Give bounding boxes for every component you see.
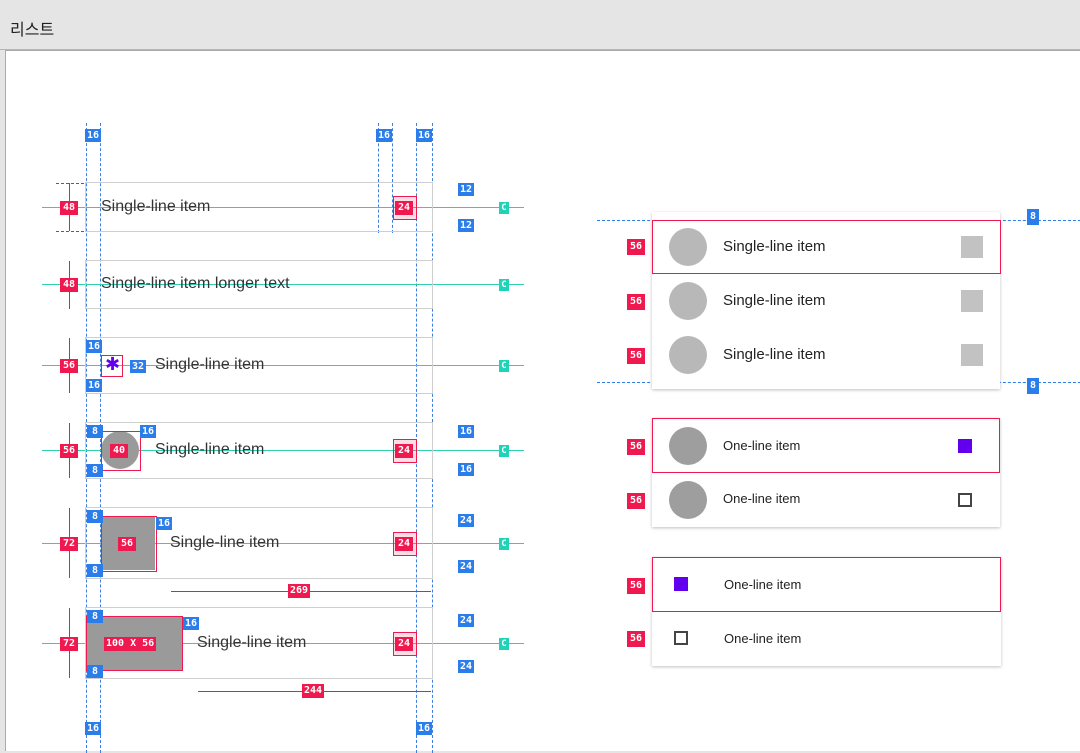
item6-width-tag: 244 bbox=[302, 684, 325, 698]
item1-label: Single-line item bbox=[101, 198, 211, 215]
item5-right-top-tag: 24 bbox=[458, 514, 475, 527]
account-circle-icon bbox=[669, 481, 707, 519]
item3-top-gap-tag: 16 bbox=[86, 340, 103, 353]
margin-top-right-b-tag: 16 bbox=[416, 129, 433, 142]
item4-height-tag: 56 bbox=[60, 444, 78, 458]
item6-center-tag: C bbox=[499, 638, 509, 650]
group1-row3-height-tag: 56 bbox=[627, 348, 645, 364]
item4-avatar-tag: 40 bbox=[110, 444, 128, 458]
item6-right-top-tag: 24 bbox=[458, 614, 475, 627]
item1-right-tag: 24 bbox=[395, 201, 413, 215]
item3-center-tag: C bbox=[499, 360, 509, 372]
margin-bottom-right-tag: 16 bbox=[416, 722, 433, 735]
item3-label: Single-line item bbox=[155, 356, 265, 373]
item5-top-gap-tag: 8 bbox=[87, 510, 103, 523]
item2-height-tag: 48 bbox=[60, 278, 78, 292]
item3-icon-gap-tag: 32 bbox=[130, 360, 147, 373]
item6-right-tag: 24 bbox=[395, 637, 413, 651]
row-trailing-box[interactable] bbox=[961, 236, 983, 258]
row-trailing-box[interactable] bbox=[961, 344, 983, 366]
item4-avatar-gap-tag: 16 bbox=[140, 425, 157, 438]
item6-bottom-gap-tag: 8 bbox=[87, 665, 103, 678]
item4-right-bottom-tag: 16 bbox=[458, 463, 475, 476]
item5-height-tag: 72 bbox=[60, 537, 78, 551]
margin-top-right-a-tag: 16 bbox=[376, 129, 393, 142]
item3-bottom-gap-tag: 16 bbox=[86, 379, 103, 392]
group2-row2-height-tag: 56 bbox=[627, 493, 645, 509]
item5-bottom-gap-tag: 8 bbox=[87, 564, 103, 577]
item1-bottom-dash bbox=[56, 231, 84, 232]
item6-image-tag: 100 X 56 bbox=[104, 637, 157, 651]
item5-right-bottom-tag: 24 bbox=[458, 560, 475, 573]
item6-height-tag: 72 bbox=[60, 637, 78, 651]
group2-row1-label: One-line item bbox=[723, 438, 801, 453]
margin-top-left-tag: 16 bbox=[85, 129, 102, 142]
checkbox-checked[interactable] bbox=[958, 439, 972, 453]
item5-label: Single-line item bbox=[170, 534, 280, 551]
group2-row2-label: One-line item bbox=[723, 491, 801, 506]
checkbox-unchecked[interactable] bbox=[958, 493, 972, 507]
item5-image-gap-tag: 16 bbox=[156, 517, 173, 530]
group3-row1-height-tag: 56 bbox=[627, 578, 645, 594]
checkbox-unchecked[interactable] bbox=[674, 631, 688, 645]
group3-row1-highlight bbox=[652, 557, 1001, 612]
group1-row2-label: Single-line item bbox=[723, 292, 826, 309]
item6-right-bottom-tag: 24 bbox=[458, 660, 475, 673]
item4-top-gap-tag: 8 bbox=[87, 425, 103, 438]
item6-image-gap-tag: 16 bbox=[183, 617, 200, 630]
bluetooth-icon: ✱ bbox=[105, 354, 121, 375]
item1-bottom-gap-tag: 12 bbox=[458, 219, 475, 232]
item5-image-tag: 56 bbox=[118, 537, 136, 551]
item6-top-gap-tag: 8 bbox=[87, 610, 103, 623]
group1-bottom-pad-tag: 8 bbox=[1027, 378, 1039, 394]
group2-row1-height-tag: 56 bbox=[627, 439, 645, 455]
checkbox-checked[interactable] bbox=[674, 577, 688, 591]
item6-label: Single-line item bbox=[197, 634, 307, 651]
spec-canvas: 16 16 16 16 16 Single-line item 48 24 12… bbox=[5, 50, 1080, 753]
row-trailing-box[interactable] bbox=[961, 290, 983, 312]
item1-center-tag: C bbox=[499, 202, 509, 214]
item5-width-tag: 269 bbox=[288, 584, 311, 598]
item5-center-tag: C bbox=[499, 538, 509, 550]
row-avatar bbox=[669, 228, 707, 266]
group3-row2-height-tag: 56 bbox=[627, 631, 645, 647]
group3-row1-label: One-line item bbox=[724, 577, 802, 592]
row-avatar bbox=[669, 282, 707, 320]
item4-right-top-tag: 16 bbox=[458, 425, 475, 438]
item4-right-tag: 24 bbox=[395, 444, 413, 458]
group1-row1-height-tag: 56 bbox=[627, 239, 645, 255]
item1-height-tag: 48 bbox=[60, 201, 78, 215]
item5-right-tag: 24 bbox=[395, 537, 413, 551]
margin-bottom-left-tag: 16 bbox=[85, 722, 102, 735]
item1-top-gap-tag: 12 bbox=[458, 183, 475, 196]
window-titlebar: 리스트 bbox=[0, 0, 1080, 50]
group1-row1-label: Single-line item bbox=[723, 238, 826, 255]
row-avatar bbox=[669, 336, 707, 374]
item4-center-tag: C bbox=[499, 445, 509, 457]
item4-bottom-gap-tag: 8 bbox=[87, 464, 103, 477]
item2-label: Single-line item longer text bbox=[101, 275, 290, 292]
group1-row3-label: Single-line item bbox=[723, 346, 826, 363]
account-circle-icon bbox=[669, 427, 707, 465]
item1-top-dash bbox=[56, 183, 84, 184]
item3-height-tag: 56 bbox=[60, 359, 78, 373]
item2-center-tag: C bbox=[499, 279, 509, 291]
group3-row2-label: One-line item bbox=[724, 631, 802, 646]
item4-label: Single-line item bbox=[155, 441, 265, 458]
window-title: 리스트 bbox=[10, 20, 55, 39]
group1-row2-height-tag: 56 bbox=[627, 294, 645, 310]
group1-top-pad-tag: 8 bbox=[1027, 209, 1039, 225]
